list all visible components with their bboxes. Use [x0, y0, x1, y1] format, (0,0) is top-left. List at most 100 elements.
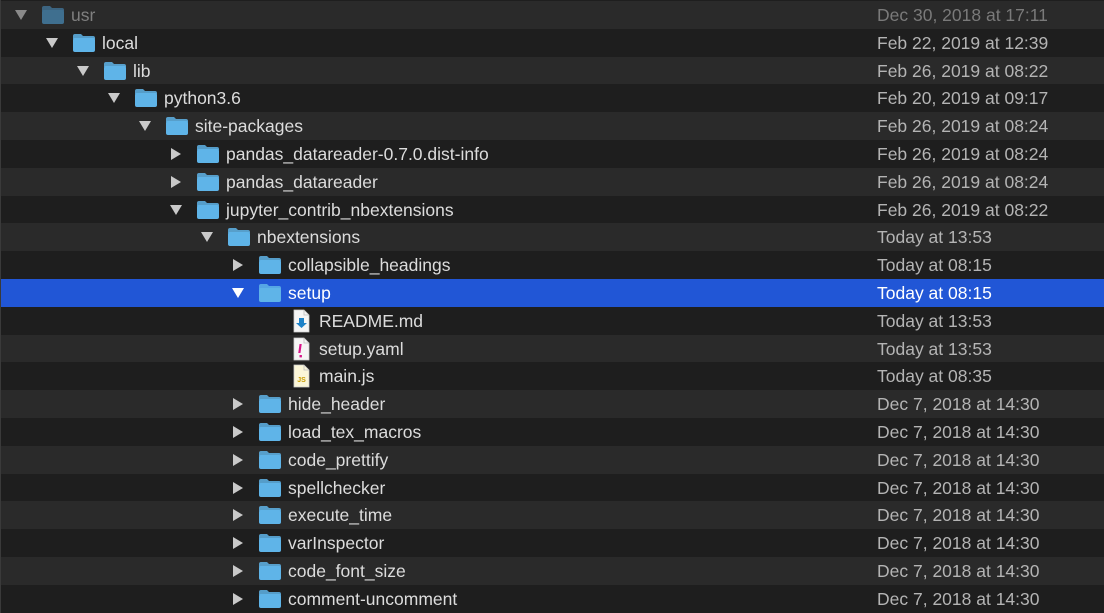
disclosure-triangle-expanded[interactable] — [166, 196, 186, 224]
folder-row[interactable]: execute_time Dec 7, 2018 at 14:30 — [1, 501, 1104, 530]
file-row[interactable]: README.md Today at 13:53 — [1, 306, 1104, 335]
item-name: pandas_datareader-0.7.0.dist-info — [226, 144, 489, 164]
date-modified: Feb 22, 2019 at 12:39 — [877, 32, 1049, 53]
folder-row[interactable]: code_font_size Dec 7, 2018 at 14:30 — [1, 557, 1104, 585]
disclosure-triangle-expanded[interactable] — [197, 223, 217, 251]
date-modified: Today at 08:15 — [877, 283, 992, 303]
folder-row[interactable]: spellchecker Dec 7, 2018 at 14:30 — [1, 473, 1104, 502]
folder-icon — [227, 227, 251, 247]
folder-icon — [258, 589, 282, 609]
triangle-down-icon — [201, 232, 213, 243]
triangle-down-icon — [108, 93, 120, 104]
item-name: site-packages — [195, 116, 303, 137]
date-modified: Dec 7, 2018 at 14:30 — [877, 533, 1040, 554]
disclosure-triangle-collapsed[interactable] — [166, 168, 186, 196]
folder-icon — [196, 144, 220, 164]
folder-icon — [258, 450, 282, 470]
folder-row[interactable]: jupyter_contrib_nbextensions Feb 26, 2019… — [1, 195, 1104, 224]
disclosure-triangle-collapsed[interactable] — [228, 557, 248, 585]
folder-icon — [72, 33, 96, 53]
folder-row[interactable]: usr Dec 30, 2018 at 17:11 — [1, 1, 1104, 29]
date-modified: Feb 26, 2019 at 08:24 — [877, 171, 1049, 192]
markdown-file-icon — [289, 309, 313, 333]
folder-icon — [41, 5, 65, 25]
disclosure-triangle-expanded[interactable] — [135, 112, 155, 140]
date-modified: Feb 26, 2019 at 08:24 — [877, 144, 1049, 164]
svg-text:JS: JS — [297, 377, 306, 384]
date-modified: Dec 7, 2018 at 14:30 — [877, 477, 1040, 498]
item-name: comment-uncomment — [288, 588, 458, 609]
date-modified: Feb 26, 2019 at 08:24 — [877, 116, 1049, 137]
disclosure-triangle-expanded[interactable] — [228, 279, 248, 307]
date-modified: Dec 7, 2018 at 14:30 — [877, 505, 1040, 526]
disclosure-triangle-collapsed[interactable] — [228, 529, 248, 557]
disclosure-triangle-collapsed[interactable] — [228, 501, 248, 529]
triangle-down-icon — [77, 65, 89, 76]
folder-row[interactable]: local Feb 22, 2019 at 12:39 — [1, 28, 1104, 57]
disclosure-triangle-expanded[interactable] — [42, 29, 62, 57]
triangle-down-icon — [232, 288, 244, 298]
date-modified: Today at 13:53 — [877, 227, 992, 248]
item-name: jupyter_contrib_nbextensions — [226, 199, 454, 220]
triangle-down-icon — [139, 121, 151, 132]
date-modified: Today at 08:35 — [877, 366, 992, 387]
disclosure-triangle-expanded[interactable] — [104, 84, 124, 112]
folder-row[interactable]: pandas_datareader-0.7.0.dist-info Feb 26,… — [1, 140, 1104, 168]
date-modified: Feb 26, 2019 at 08:22 — [877, 199, 1049, 220]
folder-row[interactable]: lib Feb 26, 2019 at 08:22 — [1, 56, 1104, 85]
folder-icon — [134, 88, 158, 108]
date-modified: Dec 7, 2018 at 14:30 — [877, 422, 1040, 442]
folder-row[interactable]: collapsible_headings Today at 08:15 — [1, 251, 1104, 280]
folder-row[interactable]: hide_header Dec 7, 2018 at 14:30 — [1, 390, 1104, 419]
triangle-right-icon — [171, 175, 181, 188]
item-name: execute_time — [288, 505, 393, 526]
file-row[interactable]: setup.yaml Today at 13:53 — [1, 334, 1104, 363]
folder-row[interactable]: load_tex_macros Dec 7, 2018 at 14:30 — [1, 418, 1104, 446]
item-name: main.js — [319, 366, 375, 387]
folder-row[interactable]: varInspector Dec 7, 2018 at 14:30 — [1, 529, 1104, 558]
yaml-file-icon — [289, 337, 313, 360]
triangle-down-icon — [46, 37, 58, 48]
date-modified: Dec 7, 2018 at 14:30 — [877, 394, 1040, 415]
disclosure-triangle-collapsed[interactable] — [228, 446, 248, 474]
disclosure-triangle-collapsed[interactable] — [228, 585, 248, 613]
date-modified: Dec 7, 2018 at 14:30 — [877, 449, 1040, 470]
item-name: code_font_size — [288, 561, 406, 581]
date-modified: Feb 26, 2019 at 08:22 — [877, 60, 1049, 81]
folder-icon — [258, 505, 282, 525]
disclosure-triangle-collapsed[interactable] — [228, 418, 248, 446]
folder-row[interactable]: code_prettify Dec 7, 2018 at 14:30 — [1, 445, 1104, 474]
item-name: python3.6 — [164, 88, 241, 109]
folder-row[interactable]: setup Today at 08:15 — [1, 279, 1104, 307]
folder-icon — [258, 283, 282, 303]
triangle-right-icon — [171, 148, 181, 160]
folder-icon — [196, 172, 220, 192]
item-name: spellchecker — [288, 477, 386, 498]
folder-row[interactable]: pandas_datareader Feb 26, 2019 at 08:24 — [1, 167, 1104, 196]
folder-icon — [258, 394, 282, 414]
finder-list-view[interactable]: usr Dec 30, 2018 at 17:11 local Feb 22, 201… — [0, 0, 1104, 613]
disclosure-triangle-collapsed[interactable] — [228, 474, 248, 502]
folder-row[interactable]: nbextensions Today at 13:53 — [1, 223, 1104, 252]
folder-row[interactable]: site-packages Feb 26, 2019 at 08:24 — [1, 112, 1104, 141]
folder-icon — [258, 478, 282, 498]
disclosure-triangle-collapsed[interactable] — [166, 140, 186, 168]
disclosure-triangle-expanded[interactable] — [11, 1, 31, 29]
disclosure-triangle-expanded[interactable] — [73, 57, 93, 85]
folder-row[interactable]: comment-uncomment Dec 7, 2018 at 14:30 — [1, 584, 1104, 613]
folder-icon — [258, 422, 282, 442]
file-row[interactable]: JS main.js Today at 08:35 — [1, 362, 1104, 391]
triangle-right-icon — [233, 426, 243, 438]
date-modified: Today at 13:53 — [877, 310, 992, 331]
disclosure-triangle-collapsed[interactable] — [228, 251, 248, 279]
disclosure-triangle-collapsed[interactable] — [228, 390, 248, 418]
item-name: lib — [133, 60, 151, 81]
folder-icon — [258, 561, 282, 581]
folder-icon — [196, 200, 220, 220]
item-name: hide_header — [288, 394, 386, 415]
triangle-right-icon — [233, 453, 243, 466]
folder-row[interactable]: python3.6 Feb 20, 2019 at 09:17 — [1, 84, 1104, 113]
folder-icon — [258, 255, 282, 275]
item-name: setup.yaml — [319, 338, 404, 359]
folder-icon — [165, 116, 189, 136]
